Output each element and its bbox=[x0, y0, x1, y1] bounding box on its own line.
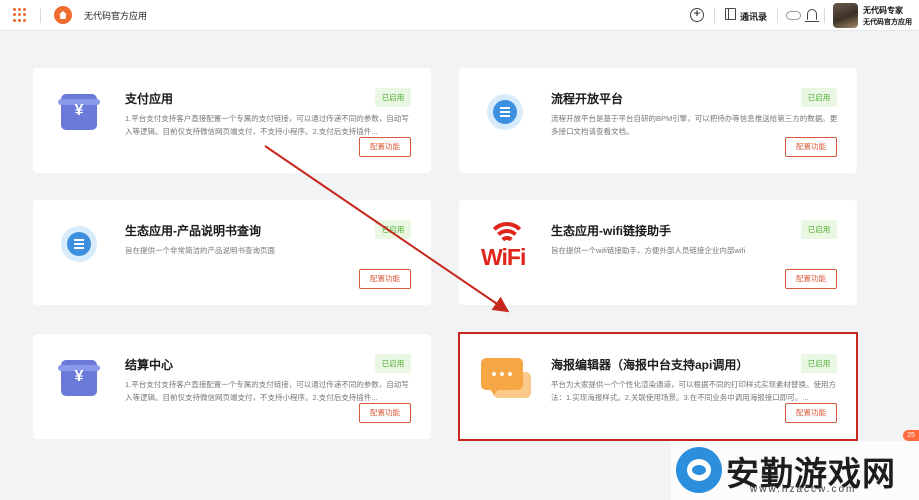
user-name[interactable]: 无代码专家 bbox=[863, 5, 903, 16]
divider bbox=[40, 8, 41, 23]
configure-button[interactable]: 配置功能 bbox=[359, 137, 411, 157]
cloud-icon[interactable] bbox=[786, 11, 801, 20]
card-description: 旨在提供一个wifi链接助手，方便外部人员链接企业内部wifi bbox=[551, 246, 746, 255]
configure-button[interactable]: 配置功能 bbox=[359, 269, 411, 289]
app-card-settlement[interactable]: ¥ 结算中心 1.平台支付支持客户直接配置一个专属的支付链接，可以通过传递不同的… bbox=[33, 334, 431, 439]
card-description: 旨在提供一个非常简洁的产品说明书查询页面 bbox=[125, 246, 275, 255]
divider bbox=[714, 8, 715, 23]
contacts-link[interactable]: 通讯录 bbox=[740, 10, 767, 23]
app-card-product-manual[interactable]: 生态应用-产品说明书查询 旨在提供一个非常简洁的产品说明书查询页面 已启用 配置… bbox=[33, 200, 431, 305]
configure-button[interactable]: 配置功能 bbox=[359, 403, 411, 423]
card-title: 流程开放平台 bbox=[551, 92, 624, 106]
configure-button[interactable]: 配置功能 bbox=[785, 269, 837, 289]
avatar[interactable] bbox=[833, 3, 858, 28]
status-badge: 已启用 bbox=[801, 88, 837, 107]
app-card-workflow-platform[interactable]: 流程开放平台 流程开放平台是基于平台自研的BPM引擎，可以把待办等信息推送给第三… bbox=[459, 68, 857, 173]
status-badge: 已启用 bbox=[375, 220, 411, 239]
card-description: 1.平台支付支持客户直接配置一个专属的支付链接，可以通过传递不同的参数，自动写入… bbox=[125, 114, 409, 136]
card-title: 生态应用-产品说明书查询 bbox=[125, 224, 261, 238]
status-badge: 已启用 bbox=[375, 354, 411, 373]
add-icon[interactable]: + bbox=[690, 8, 704, 22]
card-description: 1.平台支付支持客户直接配置一个专属的支付链接，可以通过传递不同的参数，自动写入… bbox=[125, 380, 409, 402]
watermark-logo-icon bbox=[676, 447, 722, 493]
user-org: 无代码官方应用 bbox=[863, 19, 912, 26]
list-circle-icon bbox=[487, 94, 523, 130]
wallet-icon: ¥ bbox=[58, 360, 100, 396]
app-title: 无代码官方应用 bbox=[84, 11, 148, 21]
configure-button[interactable]: 配置功能 bbox=[785, 137, 837, 157]
watermark-url: www.hzaccw.com bbox=[750, 484, 857, 495]
card-title: 支付应用 bbox=[125, 92, 174, 106]
divider bbox=[777, 8, 778, 23]
contacts-book-icon[interactable] bbox=[725, 8, 736, 20]
status-badge: 已启用 bbox=[801, 220, 837, 239]
wifi-icon: WiFi bbox=[477, 220, 537, 276]
highlight-box bbox=[458, 332, 858, 441]
list-circle-icon bbox=[61, 226, 97, 262]
wallet-icon: ¥ bbox=[58, 94, 100, 130]
card-description: 流程开放平台是基于平台自研的BPM引擎，可以把待办等信息推送给第三方的数据。更多… bbox=[551, 114, 838, 136]
home-icon[interactable] bbox=[54, 6, 72, 24]
bell-icon[interactable] bbox=[805, 9, 819, 23]
app-card-wifi-helper[interactable]: WiFi 生态应用-wifi链接助手 旨在提供一个wifi链接助手，方便外部人员… bbox=[459, 200, 857, 305]
divider bbox=[824, 8, 825, 23]
app-card-payment[interactable]: ¥ 支付应用 1.平台支付支持客户直接配置一个专属的支付链接，可以通过传递不同的… bbox=[33, 68, 431, 173]
status-badge: 已启用 bbox=[375, 88, 411, 107]
top-bar: 无代码官方应用 + 通讯录 无代码专家 无代码官方应用 bbox=[0, 0, 919, 31]
wifi-logo-text: WiFi bbox=[481, 244, 526, 270]
card-title: 结算中心 bbox=[125, 358, 174, 372]
app-grid-icon[interactable] bbox=[13, 8, 27, 22]
card-title: 生态应用-wifi链接助手 bbox=[551, 224, 671, 238]
page-count-badge: 25 bbox=[903, 430, 919, 441]
